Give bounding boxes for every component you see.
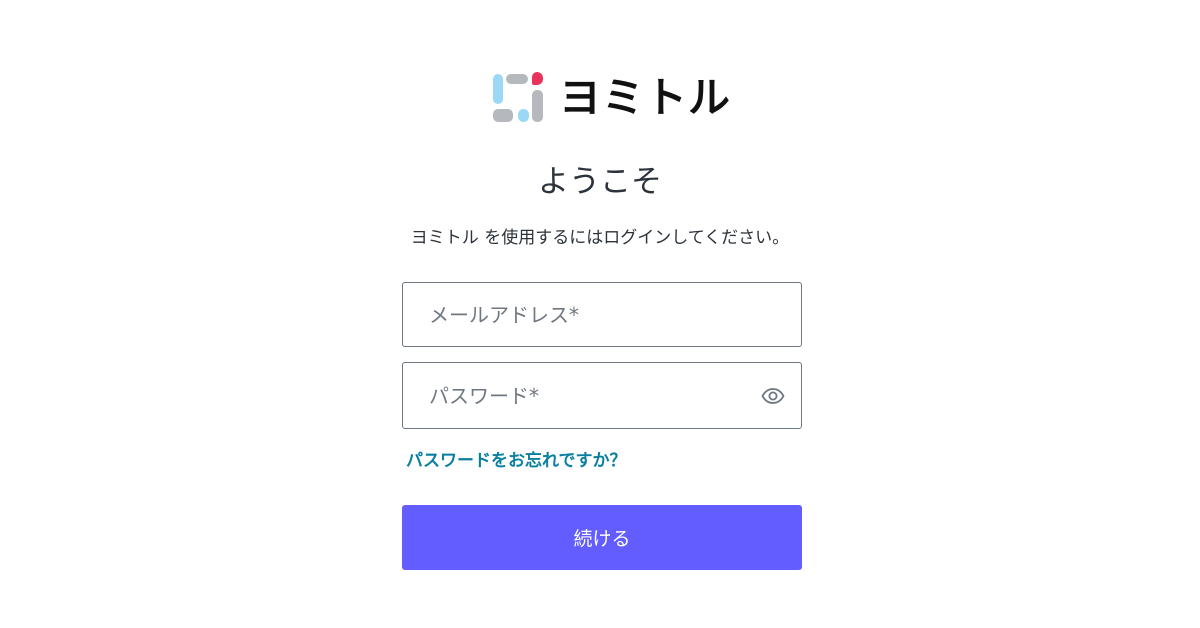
forgot-password-link[interactable]: パスワードをお忘れですか？ <box>406 449 627 473</box>
password-field <box>402 362 802 429</box>
password-input[interactable] <box>403 363 801 428</box>
page-subtitle: ヨミトル を使用するにはログインしてください。 <box>410 228 790 248</box>
email-input[interactable] <box>403 283 801 346</box>
email-field <box>402 282 802 347</box>
logo-wordmark: ヨミトル <box>559 73 732 122</box>
yomitoru-logo-mark-icon <box>493 72 545 124</box>
logo: ヨミトル <box>493 72 731 124</box>
page-title: ようこそ <box>538 164 662 200</box>
continue-button[interactable]: 続ける <box>402 505 802 570</box>
eye-icon[interactable] <box>761 384 785 408</box>
login-page: ヨミトル ようこそ ヨミトル を使用するにはログインしてください。 パスワードを… <box>0 0 1200 628</box>
